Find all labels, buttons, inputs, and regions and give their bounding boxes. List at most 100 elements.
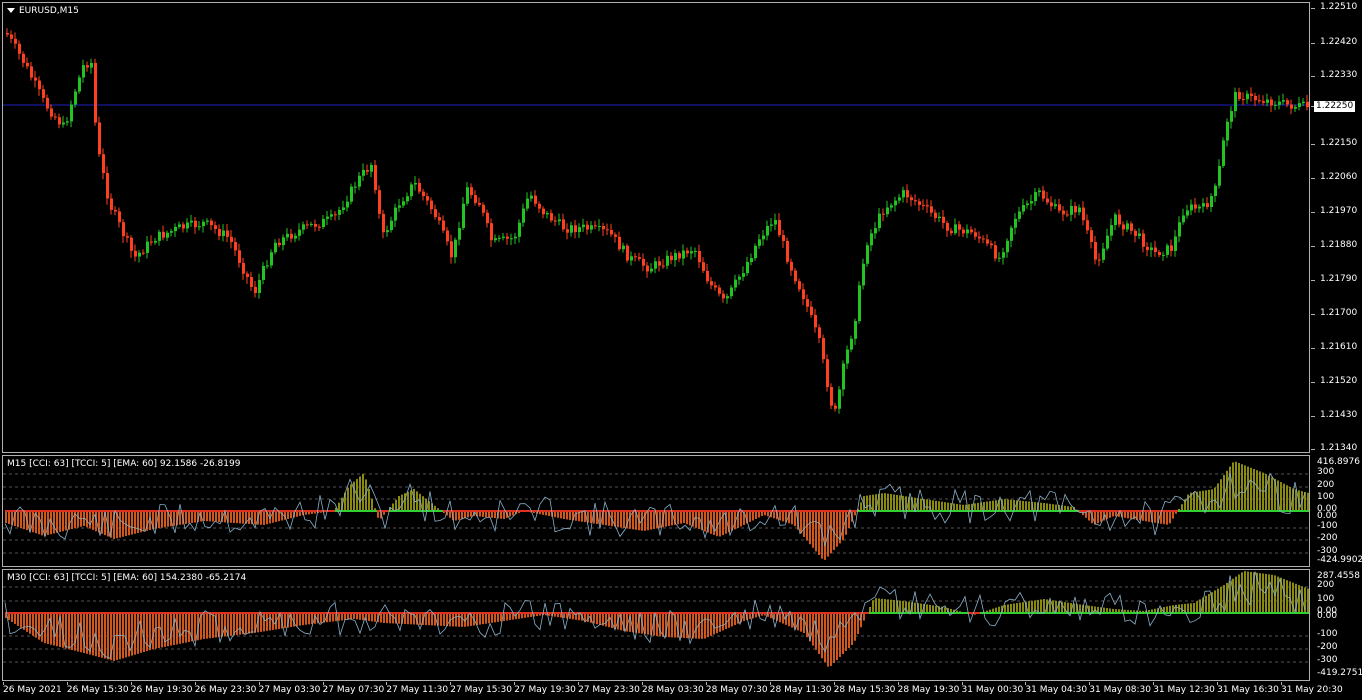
candle-body	[1294, 106, 1297, 109]
zero-line-segment	[1298, 510, 1301, 512]
histogram-bar	[1145, 511, 1147, 522]
zero-line-segment	[1106, 510, 1109, 512]
zero-line-segment	[623, 510, 626, 512]
zero-line-segment	[347, 612, 350, 614]
histogram-bar	[1043, 503, 1045, 511]
zero-line-segment	[110, 510, 113, 512]
zero-line-segment	[791, 612, 794, 614]
histogram-bar	[62, 511, 64, 532]
histogram-bar	[956, 503, 958, 511]
candle-body	[926, 205, 929, 207]
candle-body	[838, 389, 841, 409]
zero-line-segment	[1052, 510, 1055, 512]
price-tick-mark	[1311, 8, 1315, 9]
candlestick-chart[interactable]	[3, 3, 1309, 452]
histogram-bar	[899, 495, 901, 511]
histogram-bar	[1022, 602, 1024, 613]
indicator-scale-label: -300	[1317, 655, 1338, 665]
candle-body	[170, 231, 173, 233]
zero-line-segment	[782, 510, 785, 512]
indicator-scale-label: -100	[1317, 521, 1338, 531]
zero-line-segment	[356, 612, 359, 614]
histogram-bar	[188, 613, 190, 642]
zero-line-segment	[659, 510, 662, 512]
time-tick-mark	[1217, 682, 1219, 685]
histogram-bar	[329, 613, 331, 622]
histogram-bar	[365, 479, 367, 511]
time-axis: 26 May 2021 26 May 15:30 26 May 19:30 26 Ma…	[0, 682, 1362, 700]
zero-line-segment	[941, 510, 944, 512]
cci-indicator-m30-pane[interactable]: M30 [CCI: 63] [TCCI: 5] [EMA: 60] 154.23…	[2, 569, 1310, 681]
zero-line-segment	[1268, 612, 1271, 614]
candle-body	[1274, 104, 1277, 106]
candle-body	[494, 238, 497, 241]
histogram-bar	[128, 511, 130, 536]
candle-body	[386, 230, 389, 233]
candle-body	[54, 116, 57, 118]
zero-line-segment	[599, 612, 602, 614]
candle-body	[114, 209, 117, 212]
price-tick-mark	[1311, 280, 1315, 281]
histogram-bar	[281, 511, 283, 521]
histogram-bar	[1169, 605, 1171, 613]
candle-body	[106, 173, 109, 199]
main-chart-pane[interactable]: EURUSD,M15	[2, 2, 1310, 453]
zero-line-segment	[1091, 510, 1094, 512]
zero-line-segment	[722, 612, 725, 614]
time-axis-label: 28 May 07:30	[705, 685, 768, 695]
candle-body	[598, 226, 601, 228]
candle-body	[618, 236, 621, 250]
candle-body	[490, 223, 493, 241]
chart-title[interactable]: EURUSD,M15	[7, 6, 79, 16]
candle-body	[986, 239, 989, 244]
zero-line-segment	[836, 510, 839, 512]
zero-line-segment	[1013, 612, 1016, 614]
price-axis[interactable]: 1.22510 1.22420 1.22330 1.22150 1.22060 1.219…	[1311, 2, 1362, 453]
candle-body	[1030, 201, 1033, 204]
candle-body	[370, 165, 373, 172]
histogram-bar	[935, 605, 937, 613]
zero-line-segment	[548, 510, 551, 512]
histogram-bar	[428, 613, 430, 626]
time-tick-mark	[3, 682, 4, 685]
candle-body	[306, 224, 309, 226]
zero-line-segment	[617, 510, 620, 512]
zero-line-segment	[1121, 510, 1124, 512]
zero-line-segment	[758, 510, 761, 512]
zero-line-segment	[5, 510, 8, 512]
zero-line-segment	[998, 612, 1001, 614]
zero-line-segment	[284, 612, 287, 614]
candle-body	[1218, 165, 1221, 186]
indicator-scale-label: 100	[1317, 492, 1335, 502]
zero-line-segment	[1307, 612, 1309, 614]
indicator-scale-label: 416.8976	[1317, 457, 1360, 467]
candle-body	[522, 208, 525, 223]
zero-line-segment	[980, 612, 983, 614]
zero-line-segment	[146, 510, 149, 512]
zero-line-segment	[116, 510, 119, 512]
zero-line-segment	[986, 510, 989, 512]
dropdown-triangle-icon[interactable]	[7, 8, 15, 13]
zero-line-segment	[134, 612, 137, 614]
zero-line-segment	[281, 510, 284, 512]
zero-line-segment	[1250, 510, 1253, 512]
candle-body	[586, 224, 589, 230]
zero-line-segment	[851, 510, 854, 512]
histogram-bar	[671, 613, 673, 638]
zero-line-segment	[362, 612, 365, 614]
zero-line-segment	[953, 510, 956, 512]
candle-body	[138, 252, 141, 257]
zero-line-segment	[557, 612, 560, 614]
zero-line-segment	[491, 612, 494, 614]
histogram-bar	[89, 511, 91, 529]
zero-line-segment	[1274, 510, 1277, 512]
cci-indicator-m15-pane[interactable]: M15 [CCI: 63] [TCCI: 5] [EMA: 60] 92.158…	[2, 455, 1310, 567]
histogram-bar	[824, 511, 826, 560]
zero-line-segment	[401, 612, 404, 614]
zero-line-segment	[749, 510, 752, 512]
histogram-bar	[1124, 511, 1126, 518]
candle-body	[1270, 99, 1273, 106]
zero-line-segment	[521, 510, 524, 512]
zero-line-segment	[80, 612, 83, 614]
candle-body	[686, 250, 689, 254]
